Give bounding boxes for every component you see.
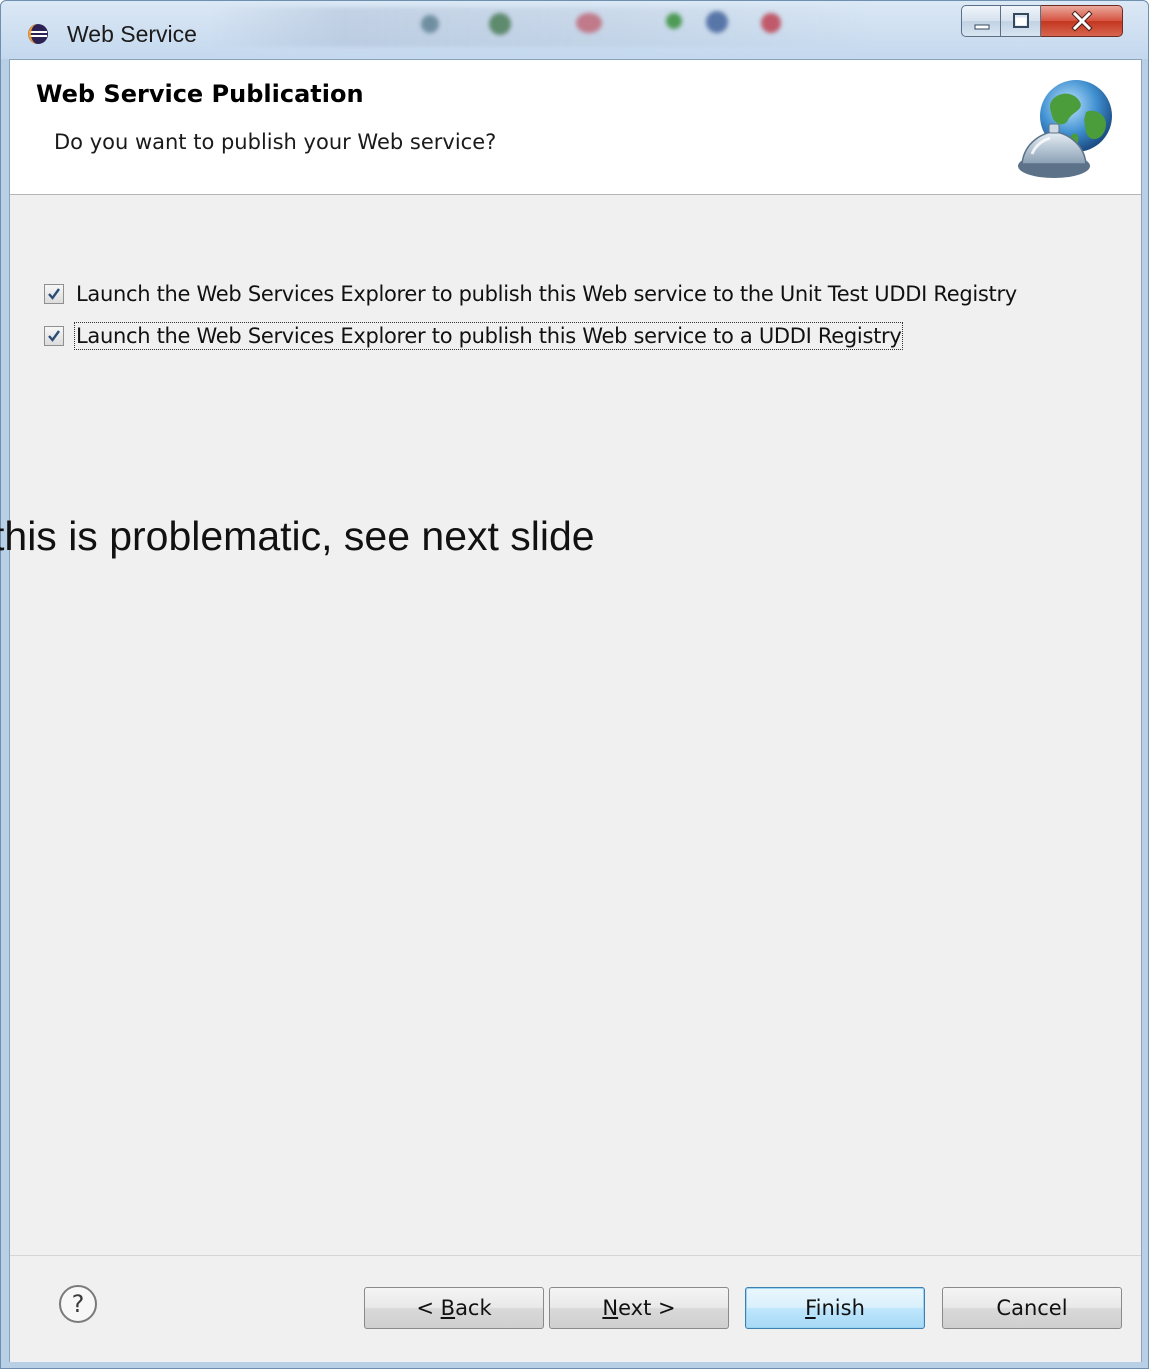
titlebar-blur-dot xyxy=(706,11,728,33)
titlebar-blur-dot xyxy=(666,13,682,29)
option-unit-test-uddi[interactable]: Launch the Web Services Explorer to publ… xyxy=(44,279,1017,309)
title-bar[interactable]: Web Service xyxy=(1,1,1148,59)
button-label: Next > xyxy=(602,1296,676,1320)
titlebar-blur-dot xyxy=(489,13,511,35)
button-label: Finish xyxy=(805,1296,865,1320)
window-title: Web Service xyxy=(67,21,197,47)
back-button[interactable]: < Back xyxy=(364,1287,544,1329)
option-uddi-registry[interactable]: Launch the Web Services Explorer to publ… xyxy=(44,321,904,351)
page-description: Do you want to publish your Web service? xyxy=(54,130,497,154)
titlebar-blur-dot xyxy=(576,13,602,33)
minimize-button[interactable] xyxy=(961,5,1001,37)
cancel-button[interactable]: Cancel xyxy=(942,1287,1122,1329)
next-button[interactable]: Next > xyxy=(549,1287,729,1329)
close-button[interactable] xyxy=(1041,5,1123,37)
window-controls xyxy=(961,5,1123,39)
slide-annotation-text: this is problematic, see next slide xyxy=(0,513,595,559)
checkbox-label[interactable]: Launch the Web Services Explorer to publ… xyxy=(76,282,1017,306)
svg-text:?: ? xyxy=(72,1290,85,1318)
dialog-client-area: Web Service Publication Do you want to p… xyxy=(9,59,1142,1362)
checkbox[interactable] xyxy=(44,326,64,346)
maximize-icon xyxy=(1013,13,1029,28)
eclipse-icon xyxy=(28,24,48,44)
button-label: < Back xyxy=(416,1296,492,1320)
minimize-icon xyxy=(974,24,990,30)
close-icon xyxy=(1071,10,1093,32)
page-title: Web Service Publication xyxy=(36,80,364,108)
maximize-button[interactable] xyxy=(1001,5,1041,37)
titlebar-blur-dot xyxy=(421,15,439,33)
checkmark-icon xyxy=(48,330,60,342)
checkbox-label[interactable]: Launch the Web Services Explorer to publ… xyxy=(73,322,904,350)
wizard-body: Launch the Web Services Explorer to publ… xyxy=(10,195,1141,1255)
globe-publish-icon xyxy=(1018,80,1112,178)
checkbox[interactable] xyxy=(44,284,64,304)
button-label: Cancel xyxy=(996,1296,1068,1320)
finish-button[interactable]: Finish xyxy=(745,1287,925,1329)
button-bar: ? < Back Next > Finish Cancel xyxy=(10,1255,1141,1362)
wizard-window: Web Service Web Service Publication Do y… xyxy=(0,0,1149,1369)
wizard-banner: Web Service Publication Do you want to p… xyxy=(10,60,1141,195)
checkmark-icon xyxy=(48,288,60,300)
help-icon[interactable]: ? xyxy=(58,1284,98,1324)
titlebar-blur-dot xyxy=(761,13,781,33)
